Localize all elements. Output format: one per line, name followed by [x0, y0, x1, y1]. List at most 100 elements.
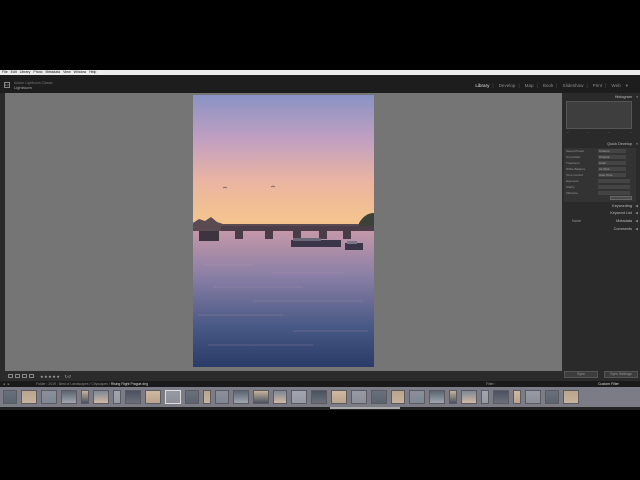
filmstrip-thumb[interactable]	[185, 390, 199, 404]
crop-ratio-select[interactable]: Original	[598, 155, 626, 159]
keywording-header[interactable]: Keywording ◀	[562, 203, 640, 209]
filmstrip-thumb[interactable]	[203, 390, 211, 404]
filmstrip-thumb[interactable]	[371, 390, 387, 404]
module-print[interactable]: Print	[593, 83, 602, 89]
filmstrip-thumb[interactable]	[93, 390, 109, 404]
survey-view-icon[interactable]	[29, 374, 34, 378]
module-library[interactable]: Library	[475, 83, 489, 89]
filmstrip-thumb-selected[interactable]	[165, 390, 181, 404]
library-toolbar: ★★★★★ ↻↺	[5, 371, 562, 381]
filmstrip-thumb[interactable]	[233, 390, 249, 404]
filmstrip-breadcrumb[interactable]: Folder : 2019 : Best of Landscapes / Cit…	[36, 382, 148, 386]
breadcrumb-folder: Folder : 2019	[36, 382, 56, 386]
reset-all-button[interactable]	[610, 196, 632, 200]
histogram-header[interactable]: Histogram ▾	[562, 94, 640, 100]
filmstrip-thumb[interactable]	[3, 390, 17, 404]
filmstrip-thumb[interactable]	[409, 390, 425, 404]
shutter-readout: —	[629, 130, 632, 134]
module-slideshow[interactable]: Slideshow	[563, 83, 584, 89]
filmstrip	[0, 387, 640, 407]
keywording-title: Keywording	[612, 204, 632, 208]
histogram-title: Histogram	[614, 95, 632, 99]
keyword-list-header[interactable]: Keyword List ◀	[562, 210, 640, 216]
filmstrip-thumb[interactable]	[351, 390, 367, 404]
vibrance-stepper[interactable]	[598, 191, 630, 195]
focal-readout: —	[587, 130, 590, 134]
clarity-stepper[interactable]	[598, 185, 630, 189]
quick-develop-header[interactable]: Quick Develop ▾	[562, 141, 640, 147]
module-separator: |	[556, 83, 558, 88]
filmstrip-thumb[interactable]	[461, 390, 477, 404]
filmstrip-thumb[interactable]	[481, 390, 489, 404]
treatment-select[interactable]: Color	[598, 161, 626, 165]
loupe-view[interactable]	[5, 93, 562, 371]
auto-tone-button[interactable]: Auto Tone	[598, 173, 626, 177]
sync-metadata-button[interactable]: Sync	[564, 371, 598, 378]
tone-control-label: Tone Control	[566, 173, 584, 177]
filmstrip-thumb[interactable]	[429, 390, 445, 404]
filmstrip-thumb[interactable]	[41, 390, 57, 404]
filmstrip-thumb[interactable]	[493, 390, 509, 404]
module-separator: |	[536, 83, 538, 88]
module-web[interactable]: Web	[611, 83, 620, 89]
metadata-preset[interactable]: None	[572, 218, 581, 224]
lightroom-window: File Edit Library Photo Metadata View Wi…	[0, 70, 640, 410]
filmstrip-thumb[interactable]	[545, 390, 559, 404]
filter-dropdown[interactable]: Custom Filter	[598, 382, 619, 386]
breadcrumb-path: Best of Landscapes / Cityscapes	[58, 382, 109, 386]
exposure-label: Exposure	[566, 179, 579, 183]
white-balance-select[interactable]: As Shot	[598, 167, 626, 171]
loupe-view-icon[interactable]	[15, 374, 20, 378]
filmstrip-thumb[interactable]	[215, 390, 229, 404]
filmstrip-thumb[interactable]	[391, 390, 405, 404]
filmstrip-thumb[interactable]	[513, 390, 521, 404]
filmstrip-thumb[interactable]	[311, 390, 327, 404]
reset-row	[564, 196, 636, 202]
filmstrip-thumb[interactable]	[291, 390, 307, 404]
metadata-header[interactable]: None Metadata ◀	[562, 218, 640, 224]
vibrance-label: Vibrance	[566, 191, 578, 195]
module-separator: |	[518, 83, 520, 88]
crop-ratio-label: Crop Ratio	[566, 155, 581, 159]
filmstrip-thumb[interactable]	[331, 390, 347, 404]
filmstrip-thumb[interactable]	[61, 390, 77, 404]
module-separator: |	[492, 83, 494, 88]
identity-bar: Lr Adobe Lightroom Classic Lightroom Lib…	[0, 75, 640, 93]
aperture-readout: —	[608, 130, 611, 134]
compare-view-icon[interactable]	[22, 374, 27, 378]
clarity-label: Clarity	[566, 185, 575, 189]
identity-plate-line2: Lightroom	[14, 85, 32, 90]
collapse-triangle-icon: ▾	[636, 142, 638, 146]
grid-view-icon[interactable]	[8, 374, 13, 378]
keyword-list-title: Keyword List	[610, 211, 632, 215]
filmstrip-thumb[interactable]	[21, 390, 37, 404]
comments-header[interactable]: Comments ◀	[562, 226, 640, 232]
quick-develop-title: Quick Develop	[607, 142, 632, 146]
saved-preset-select[interactable]: Custom	[598, 149, 626, 153]
quick-develop-panel: Saved Preset Custom Crop Ratio Original Tr…	[564, 148, 636, 202]
screen-frame: File Edit Library Photo Metadata View Wi…	[0, 0, 640, 480]
filmstrip-thumb[interactable]	[253, 390, 269, 404]
lr-logo-icon: Lr	[4, 82, 10, 88]
treatment-label: Treatment	[566, 161, 580, 165]
module-book[interactable]: Book	[543, 83, 553, 89]
prague-bridge-photo	[193, 95, 374, 367]
filmstrip-thumb[interactable]	[525, 390, 541, 404]
filmstrip-thumb[interactable]	[113, 390, 121, 404]
filmstrip-thumb[interactable]	[125, 390, 141, 404]
module-develop[interactable]: Develop	[499, 83, 516, 89]
metadata-title: Metadata	[616, 219, 632, 223]
collapse-triangle-icon: ◀	[635, 211, 638, 215]
filmstrip-thumb[interactable]	[81, 390, 89, 404]
filmstrip-thumb[interactable]	[449, 390, 457, 404]
module-map[interactable]: Map	[525, 83, 534, 89]
filmstrip-scrollbar[interactable]	[330, 407, 400, 409]
filmstrip-thumb[interactable]	[145, 390, 161, 404]
sync-settings-button[interactable]: Sync Settings	[604, 371, 638, 378]
rotate-icon[interactable]: ↻↺	[64, 374, 71, 379]
module-panel-toggle-icon[interactable]: ▾	[626, 83, 628, 89]
filmstrip-thumb[interactable]	[563, 390, 579, 404]
rating-stars[interactable]: ★★★★★	[40, 374, 60, 379]
exposure-stepper[interactable]	[598, 179, 630, 183]
filmstrip-thumb[interactable]	[273, 390, 287, 404]
